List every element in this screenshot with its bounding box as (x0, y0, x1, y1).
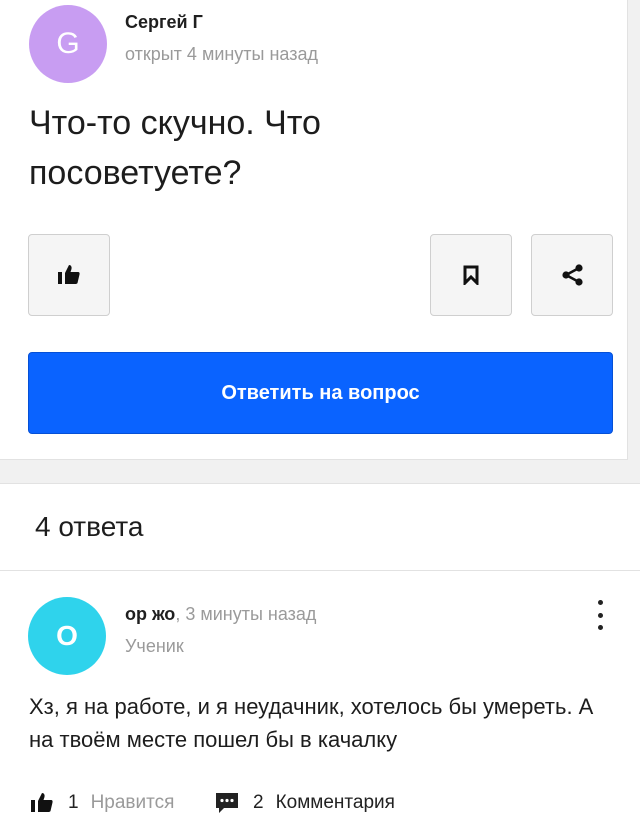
bookmark-button[interactable] (430, 234, 512, 316)
question-text: Что-то скучно. Что посоветуете? (29, 104, 321, 192)
answer-author-rank: Ученик (125, 636, 184, 656)
share-icon (562, 264, 583, 286)
answer-time: , 3 минуты назад (175, 604, 317, 624)
author-avatar[interactable]: G (29, 5, 107, 83)
answer-like-button[interactable]: 1 Нравится (30, 790, 174, 816)
thumbs-up-icon (31, 793, 53, 812)
comments-label: Комментария (275, 792, 395, 813)
like-label: Нравится (90, 792, 175, 813)
avatar-letter: O (56, 620, 78, 651)
comment-icon (216, 793, 238, 813)
answer-question-button[interactable]: Ответить на вопрос (28, 352, 613, 434)
answer-text: Хз, я на работе, и я неудачник, хотелось… (29, 694, 594, 752)
avatar-letter: G (56, 27, 80, 60)
answer-comments-button[interactable]: 2 Комментария (215, 790, 395, 816)
answers-count: 4 ответа (35, 511, 144, 542)
answer-author-line: ор жо, 3 минуты назад (125, 604, 316, 625)
author-name[interactable]: Сергей Г (125, 12, 203, 33)
answer-author-avatar[interactable]: O (28, 597, 106, 675)
share-button[interactable] (531, 234, 613, 316)
thumbs-up-icon (58, 265, 80, 284)
divider (0, 570, 640, 571)
question-meta: открыт 4 минуты назад (125, 44, 319, 64)
more-options-icon[interactable] (590, 600, 610, 630)
answers-card: 4 ответа O ор жо, 3 минуты назад Ученик … (0, 483, 640, 831)
like-button[interactable] (28, 234, 110, 316)
like-count: 1 (68, 792, 79, 813)
comments-count: 2 (253, 792, 264, 813)
bookmark-icon (463, 265, 479, 285)
question-card: G Сергей Г открыт 4 минуты назад Что-то … (0, 0, 628, 460)
answer-author-name[interactable]: ор жо (125, 604, 175, 624)
